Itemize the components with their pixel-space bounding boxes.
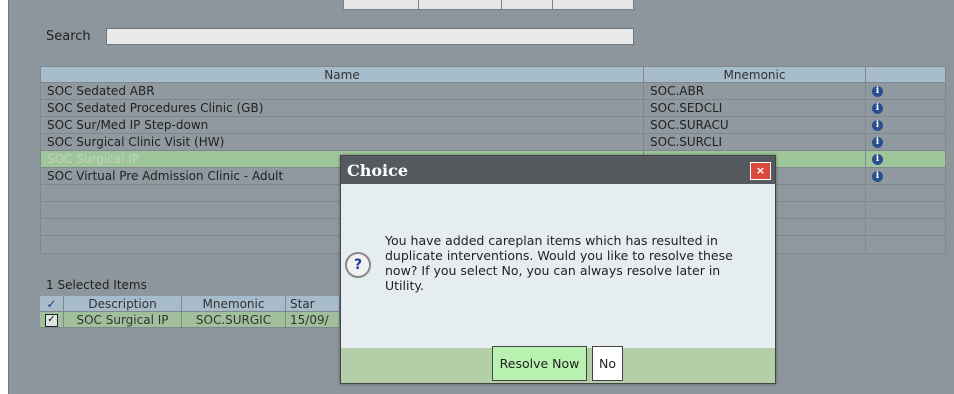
row-name: SOC Sedated ABR [41,83,644,99]
check-icon: ✓ [46,297,57,311]
row-mnemonic: SOC.SURACU [644,117,866,133]
dialog-message: You have added careplan items which has … [385,233,733,293]
row-info: i [866,134,945,150]
choice-dialog: Choice × ? You have added careplan items… [340,155,776,384]
row-info: i [866,151,945,167]
close-icon: × [755,164,766,177]
top-button-stub[interactable] [418,0,502,10]
table-row[interactable]: SOC Sur/Med IP Step-down SOC.SURACU i [41,117,945,134]
row-name: SOC Sedated Procedures Clinic (GB) [41,100,644,116]
checkbox-checked-icon: ✓ [45,314,58,327]
column-header-description[interactable]: Description [64,296,182,312]
info-icon[interactable]: i [872,137,883,148]
selected-row[interactable]: ✓ SOC Surgical IP SOC.SURGIC 15/09/ [40,312,340,328]
row-info: i [866,117,945,133]
row-checkbox[interactable]: ✓ [40,312,64,328]
column-header-mnemonic[interactable]: Mnemonic [182,296,286,312]
selected-items-title: 1 Selected Items [46,278,147,292]
row-info: i [866,83,945,99]
selected-items-table: ✓ Description Mnemonic Star ✓ SOC Surgic… [40,296,340,328]
row-name: SOC Surgical Clinic Visit (HW) [41,134,644,150]
column-header-start[interactable]: Star [286,296,340,312]
dialog-footer: Resolve Now No [341,346,775,383]
table-row[interactable]: SOC Surgical Clinic Visit (HW) SOC.SURCL… [41,134,945,151]
info-icon[interactable]: i [872,171,883,182]
top-button-stub[interactable] [501,0,553,10]
close-button[interactable]: × [750,162,771,180]
dialog-title: Choice [347,161,409,180]
selected-table-header: ✓ Description Mnemonic Star [40,296,340,312]
no-button[interactable]: No [592,346,623,381]
row-mnemonic: SOC.ABR [644,83,866,99]
selected-mnemonic: SOC.SURGIC [182,312,286,328]
info-icon[interactable]: i [872,120,883,131]
top-button-stub[interactable] [343,0,419,10]
row-info: i [866,168,945,184]
info-icon[interactable]: i [872,154,883,165]
column-header-mnemonic[interactable]: Mnemonic [644,67,866,82]
info-icon[interactable]: i [872,86,883,97]
column-header-info [866,67,945,82]
search-input[interactable] [106,28,634,45]
top-button-stub[interactable] [552,0,634,10]
table-header: Name Mnemonic [41,67,945,83]
row-info: i [866,100,945,116]
row-mnemonic: SOC.SEDCLI [644,100,866,116]
search-label: Search [46,29,91,44]
question-icon: ? [345,252,371,278]
column-header-name[interactable]: Name [41,67,644,82]
table-row[interactable]: SOC Sedated ABR SOC.ABR i [41,83,945,100]
info-icon[interactable]: i [872,103,883,114]
select-all-check[interactable]: ✓ [40,296,64,312]
resolve-now-button[interactable]: Resolve Now [492,346,587,381]
selected-start: 15/09/ [286,312,340,328]
row-mnemonic: SOC.SURCLI [644,134,866,150]
row-name: SOC Sur/Med IP Step-down [41,117,644,133]
selected-description: SOC Surgical IP [64,312,182,328]
table-row[interactable]: SOC Sedated Procedures Clinic (GB) SOC.S… [41,100,945,117]
dialog-title-bar[interactable]: Choice × [341,156,775,184]
